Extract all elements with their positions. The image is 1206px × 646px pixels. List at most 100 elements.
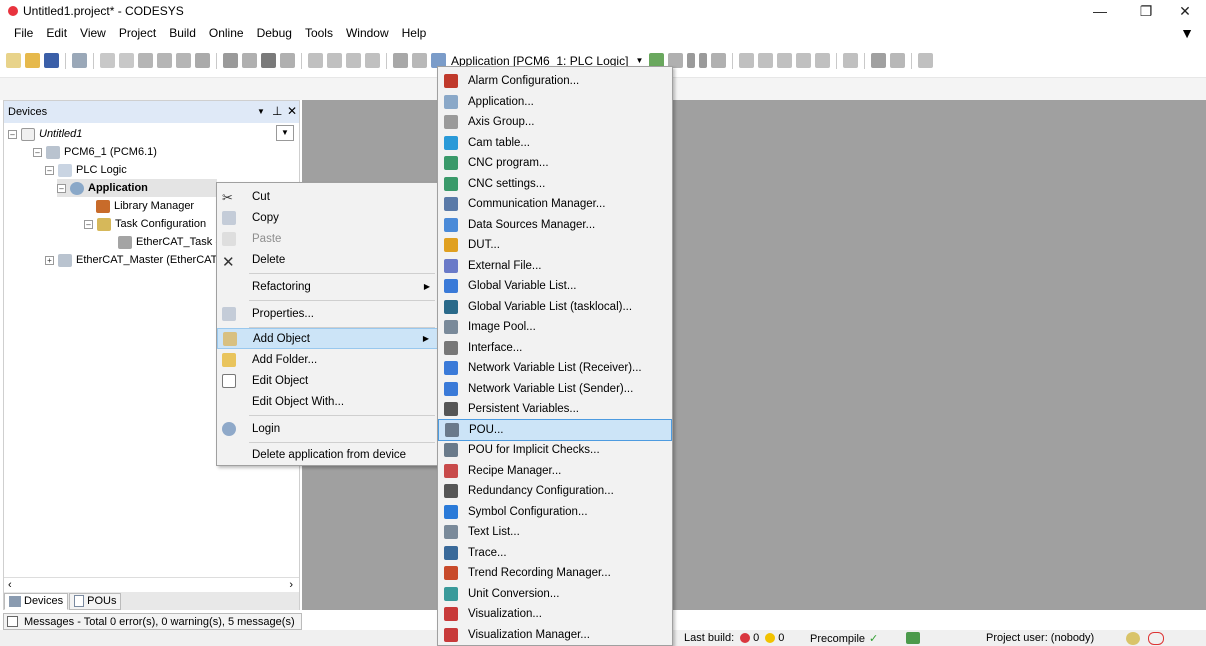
generate-code-icon[interactable] <box>412 53 427 68</box>
submenu-item-global-variable-list[interactable]: Global Variable List... <box>438 275 672 297</box>
submenu-item-alarm-configuration[interactable]: Alarm Configuration... <box>438 70 672 92</box>
menu-item-copy[interactable]: Copy <box>217 207 438 228</box>
menu-edit[interactable]: Edit <box>46 26 67 40</box>
expand-icon[interactable]: + <box>45 255 54 265</box>
save-icon[interactable] <box>44 53 59 68</box>
submenu-item-external-file[interactable]: External File... <box>438 255 672 277</box>
menu-tools[interactable]: Tools <box>305 26 333 40</box>
tree-item-library-manager[interactable]: Library Manager <box>96 197 194 215</box>
submenu-item-network-variable-list-sender[interactable]: Network Variable List (Sender)... <box>438 378 672 400</box>
copy-icon[interactable] <box>157 53 172 68</box>
delete-icon[interactable] <box>195 53 210 68</box>
collapse-icon[interactable]: – <box>57 183 66 193</box>
find-icon[interactable] <box>223 53 238 68</box>
tree-item-device[interactable]: – PCM6_1 (PCM6.1) <box>33 143 157 161</box>
submenu-item-global-variable-list-tasklocal[interactable]: Global Variable List (tasklocal)... <box>438 296 672 318</box>
step-out-icon[interactable] <box>777 53 793 68</box>
open-project-icon[interactable] <box>25 53 40 68</box>
submenu-item-visualization-manager[interactable]: Visualization Manager... <box>438 624 672 646</box>
filter-funnel-icon[interactable]: ▼ <box>1180 25 1194 41</box>
submenu-item-trace[interactable]: Trace... <box>438 542 672 564</box>
menu-item-delete[interactable]: ✕ Delete <box>217 249 438 271</box>
bookmark-icon[interactable] <box>308 53 323 68</box>
compile-icon[interactable] <box>393 53 408 68</box>
next-bookmark-icon[interactable] <box>327 53 342 68</box>
prev-bookmark-icon[interactable] <box>346 53 361 68</box>
menu-file[interactable]: File <box>14 26 33 40</box>
submenu-item-pou-for-implicit-checks[interactable]: POU for Implicit Checks... <box>438 439 672 461</box>
clear-bookmarks-icon[interactable] <box>365 53 380 68</box>
tab-pous[interactable]: POUs <box>69 592 122 610</box>
tree-item-plc-logic[interactable]: – PLC Logic <box>45 161 127 179</box>
display-mode-icon[interactable] <box>918 53 934 68</box>
messages-bar[interactable]: Messages - Total 0 error(s), 0 warning(s… <box>3 613 302 630</box>
menu-online[interactable]: Online <box>209 26 244 40</box>
plc-status-icon[interactable] <box>906 632 920 644</box>
menu-item-add-object[interactable]: Add Object ▶ <box>217 328 438 349</box>
menu-help[interactable]: Help <box>402 26 427 40</box>
close-button[interactable]: ✕ <box>1162 0 1206 22</box>
pin-icon[interactable]: ⊥ <box>272 104 282 118</box>
tree-item-ethercat-master[interactable]: + EtherCAT_Master (EtherCAT <box>45 251 217 269</box>
menu-window[interactable]: Window <box>346 26 389 40</box>
minimize-button[interactable]: — <box>1077 0 1123 22</box>
scroll-left-icon[interactable]: ‹ <box>8 579 12 591</box>
menu-item-paste[interactable]: Paste <box>217 228 438 249</box>
paste-icon[interactable] <box>176 53 191 68</box>
submenu-item-text-list[interactable]: Text List... <box>438 521 672 543</box>
new-project-icon[interactable] <box>6 53 21 68</box>
cut-icon[interactable] <box>138 53 153 68</box>
submenu-item-pou[interactable]: POU... <box>438 418 672 441</box>
step-into-icon[interactable] <box>758 53 774 68</box>
menu-item-refactoring[interactable]: Refactoring ▶ <box>217 276 438 297</box>
redo-icon[interactable] <box>119 53 134 68</box>
collapse-icon[interactable]: – <box>45 165 54 175</box>
submenu-item-cnc-program[interactable]: CNC program... <box>438 152 672 174</box>
unforce-icon[interactable] <box>890 53 906 68</box>
menu-build[interactable]: Build <box>169 26 196 40</box>
print-icon[interactable] <box>72 53 87 68</box>
submenu-item-symbol-configuration[interactable]: Symbol Configuration... <box>438 501 672 523</box>
write-values-icon[interactable] <box>843 53 859 68</box>
menu-item-cut[interactable]: ✂ Cut <box>217 186 438 207</box>
submenu-item-visualization[interactable]: Visualization... <box>438 603 672 625</box>
submenu-item-trend-recording-manager[interactable]: Trend Recording Manager... <box>438 562 672 584</box>
submenu-item-image-pool[interactable]: Image Pool... <box>438 316 672 338</box>
tree-item-task-configuration[interactable]: – Task Configuration <box>84 215 206 233</box>
menu-item-login[interactable]: Login <box>217 418 438 439</box>
precompile-status[interactable]: Precompile ✓ <box>810 632 878 646</box>
tree-dropdown-button[interactable]: ▼ <box>276 125 294 141</box>
status-icons[interactable] <box>1126 632 1164 645</box>
submenu-item-application[interactable]: Application... <box>438 91 672 113</box>
force-values-icon[interactable] <box>871 53 887 68</box>
replace-all-icon[interactable] <box>280 53 295 68</box>
tree-item-ethercat-task[interactable]: EtherCAT_Task ( <box>118 233 219 251</box>
tree-item-application[interactable]: – Application <box>57 179 217 197</box>
submenu-item-data-sources-manager[interactable]: Data Sources Manager... <box>438 214 672 236</box>
tree-item-root[interactable]: – Untitled1 <box>8 125 82 143</box>
menu-item-edit-object[interactable]: Edit Object <box>217 370 438 391</box>
submenu-item-network-variable-list-receiver[interactable]: Network Variable List (Receiver)... <box>438 357 672 379</box>
undo-icon[interactable] <box>100 53 115 68</box>
submenu-item-interface[interactable]: Interface... <box>438 337 672 359</box>
stop-icon[interactable] <box>699 53 708 68</box>
tab-devices[interactable]: Devices <box>4 592 69 610</box>
menu-project[interactable]: Project <box>119 26 156 40</box>
submenu-item-redundancy-configuration[interactable]: Redundancy Configuration... <box>438 480 672 502</box>
submenu-item-recipe-manager[interactable]: Recipe Manager... <box>438 460 672 482</box>
replace-icon[interactable] <box>242 53 257 68</box>
gear-status-icon[interactable] <box>1126 632 1140 645</box>
menu-item-add-folder[interactable]: Add Folder... <box>217 349 438 370</box>
chevron-down-icon[interactable]: ▼ <box>635 56 643 65</box>
scroll-right-icon[interactable]: › <box>289 579 293 591</box>
reset-icon[interactable] <box>711 53 727 68</box>
submenu-item-communication-manager[interactable]: Communication Manager... <box>438 193 672 215</box>
submenu-item-cnc-settings[interactable]: CNC settings... <box>438 173 672 195</box>
menu-debug[interactable]: Debug <box>257 26 292 40</box>
start-icon[interactable] <box>687 53 696 68</box>
submenu-item-axis-group[interactable]: Axis Group... <box>438 111 672 133</box>
submenu-item-cam-table[interactable]: Cam table... <box>438 132 672 154</box>
submenu-item-unit-conversion[interactable]: Unit Conversion... <box>438 583 672 605</box>
collapse-icon[interactable]: – <box>84 219 93 229</box>
find-all-icon[interactable] <box>261 53 276 68</box>
